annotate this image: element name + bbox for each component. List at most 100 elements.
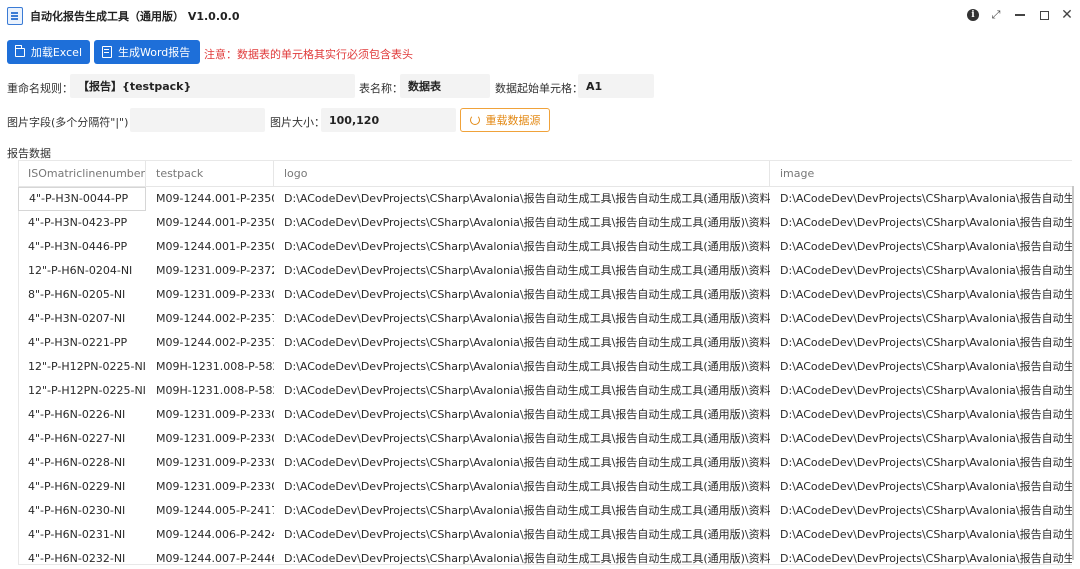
column-header-image[interactable]: image [770, 161, 1072, 187]
table-cell[interactable]: D:\ACodeDev\DevProjects\CSharp\Avalonia\… [274, 187, 770, 211]
table-cell[interactable]: M09-1231.009-P-2330I [146, 475, 274, 499]
table-cell[interactable]: M09-1244.002-P-2357 [146, 331, 274, 355]
table-cell[interactable]: M09-1231.009-P-2330G [146, 283, 274, 307]
table-cell[interactable]: D:\ACodeDev\DevProjects\CSharp\Avalonia\… [770, 427, 1072, 451]
expand-icon[interactable]: ⤢ [986, 6, 1006, 24]
start-cell-input[interactable]: A1 [578, 74, 654, 98]
table-cell[interactable]: D:\ACodeDev\DevProjects\CSharp\Avalonia\… [274, 475, 770, 499]
table-cell[interactable]: D:\ACodeDev\DevProjects\CSharp\Avalonia\… [274, 307, 770, 331]
table-row[interactable]: 4"-P-H6N-0229-NI M09-1231.009-P-2330I D:\A… [18, 475, 1072, 499]
table-cell[interactable]: 12"-P-H6N-0204-NI [18, 259, 146, 283]
table-row[interactable]: 12"-P-H12PN-0225-NI M09H-1231.008-P-5826 D… [18, 379, 1072, 403]
table-cell[interactable]: 4"-P-H6N-0226-NI [18, 403, 146, 427]
table-cell[interactable]: D:\ACodeDev\DevProjects\CSharp\Avalonia\… [770, 499, 1072, 523]
table-cell[interactable]: 8"-P-H6N-0205-NI [18, 283, 146, 307]
table-cell[interactable]: D:\ACodeDev\DevProjects\CSharp\Avalonia\… [274, 379, 770, 403]
table-cell[interactable]: 4"-P-H3N-0423-PP [18, 211, 146, 235]
table-row[interactable]: 4"-P-H6N-0231-NI M09-1244.006-P-2424 D:\AC… [18, 523, 1072, 547]
table-cell[interactable]: M09H-1231.008-P-5826 [146, 379, 274, 403]
table-cell[interactable]: M09-1231.009-P-2330E [146, 427, 274, 451]
table-cell[interactable]: 4"-P-H6N-0231-NI [18, 523, 146, 547]
table-cell[interactable]: M09-1244.001-P-2350 [146, 187, 274, 211]
rename-rule-input[interactable]: 【报告】{testpack} [70, 74, 355, 98]
table-cell[interactable]: D:\ACodeDev\DevProjects\CSharp\Avalonia\… [770, 259, 1072, 283]
table-cell[interactable]: M09H-1231.008-P-5826 [146, 355, 274, 379]
table-cell[interactable]: D:\ACodeDev\DevProjects\CSharp\Avalonia\… [770, 307, 1072, 331]
column-header-isomatriclinenumber[interactable]: ISOmatriclinenumber [18, 161, 146, 187]
table-cell[interactable]: D:\ACodeDev\DevProjects\CSharp\Avalonia\… [274, 283, 770, 307]
table-cell[interactable]: 4"-P-H6N-0230-NI [18, 499, 146, 523]
table-cell[interactable]: D:\ACodeDev\DevProjects\CSharp\Avalonia\… [274, 235, 770, 259]
folder-open-icon [14, 44, 25, 57]
table-cell[interactable]: D:\ACodeDev\DevProjects\CSharp\Avalonia\… [770, 331, 1072, 355]
table-row[interactable]: 8"-P-H6N-0205-NI M09-1231.009-P-2330G D:\A… [18, 283, 1072, 307]
vertical-scrollbar[interactable] [1072, 186, 1074, 560]
table-row[interactable]: 4"-P-H3N-0207-NI M09-1244.002-P-2357 D:\AC… [18, 307, 1072, 331]
image-size-input[interactable]: 100,120 [321, 108, 456, 132]
table-cell[interactable]: D:\ACodeDev\DevProjects\CSharp\Avalonia\… [770, 235, 1072, 259]
table-cell[interactable]: D:\ACodeDev\DevProjects\CSharp\Avalonia\… [274, 499, 770, 523]
table-row[interactable]: 4"-P-H3N-0221-PP M09-1244.002-P-2357 D:\AC… [18, 331, 1072, 355]
table-cell[interactable]: D:\ACodeDev\DevProjects\CSharp\Avalonia\… [274, 403, 770, 427]
table-cell[interactable]: D:\ACodeDev\DevProjects\CSharp\Avalonia\… [274, 523, 770, 547]
generate-word-button[interactable]: 生成Word报告 [94, 40, 200, 64]
table-cell[interactable]: D:\ACodeDev\DevProjects\CSharp\Avalonia\… [274, 427, 770, 451]
table-cell[interactable]: 4"-P-H6N-0229-NI [18, 475, 146, 499]
table-cell[interactable]: 4"-P-H3N-0207-NI [18, 307, 146, 331]
sheet-name-input[interactable]: 数据表 [400, 74, 490, 98]
table-cell[interactable]: M09-1244.001-P-2350 [146, 235, 274, 259]
table-cell[interactable]: 12"-P-H12PN-0225-NI [18, 355, 146, 379]
table-cell[interactable]: 4"-P-H6N-0227-NI [18, 427, 146, 451]
table-cell[interactable]: D:\ACodeDev\DevProjects\CSharp\Avalonia\… [274, 355, 770, 379]
minimize-button[interactable] [1010, 6, 1030, 24]
table-cell[interactable]: D:\ACodeDev\DevProjects\CSharp\Avalonia\… [274, 331, 770, 355]
table-cell[interactable]: M09-1244.005-P-2417 [146, 499, 274, 523]
table-cell[interactable]: M09-1231.009-P-2372A [146, 259, 274, 283]
table-cell[interactable]: D:\ACodeDev\DevProjects\CSharp\Avalonia\… [770, 403, 1072, 427]
table-row[interactable]: 4"-P-H6N-0232-NI M09-1244.007-P-2446 D:\AC… [18, 547, 1072, 565]
image-field-input[interactable] [130, 108, 265, 132]
table-cell[interactable]: D:\ACodeDev\DevProjects\CSharp\Avalonia\… [770, 187, 1072, 211]
table-cell[interactable]: M09-1231.009-P-2330G [146, 451, 274, 475]
table-cell[interactable]: 4"-P-H6N-0232-NI [18, 547, 146, 565]
table-cell[interactable]: D:\ACodeDev\DevProjects\CSharp\Avalonia\… [770, 547, 1072, 565]
table-cell[interactable]: D:\ACodeDev\DevProjects\CSharp\Avalonia\… [770, 451, 1072, 475]
table-row[interactable]: 4"-P-H6N-0226-NI M09-1231.009-P-2330C D:\A… [18, 403, 1072, 427]
table-cell[interactable]: M09-1244.001-P-2350 [146, 211, 274, 235]
table-cell[interactable]: D:\ACodeDev\DevProjects\CSharp\Avalonia\… [274, 547, 770, 565]
table-cell[interactable]: D:\ACodeDev\DevProjects\CSharp\Avalonia\… [770, 355, 1072, 379]
column-header-testpack[interactable]: testpack [146, 161, 274, 187]
table-cell[interactable]: D:\ACodeDev\DevProjects\CSharp\Avalonia\… [770, 379, 1072, 403]
table-cell[interactable]: D:\ACodeDev\DevProjects\CSharp\Avalonia\… [770, 523, 1072, 547]
table-cell[interactable]: D:\ACodeDev\DevProjects\CSharp\Avalonia\… [274, 259, 770, 283]
table-cell[interactable]: 12"-P-H12PN-0225-NI [18, 379, 146, 403]
table-row[interactable]: 4"-P-H6N-0228-NI M09-1231.009-P-2330G D:\A… [18, 451, 1072, 475]
table-cell[interactable]: M09-1244.006-P-2424 [146, 523, 274, 547]
table-row[interactable]: 4"-P-H3N-0423-PP M09-1244.001-P-2350 D:\AC… [18, 211, 1072, 235]
maximize-button[interactable] [1034, 6, 1054, 24]
table-row[interactable]: 12"-P-H12PN-0225-NI M09H-1231.008-P-5826 D… [18, 355, 1072, 379]
reload-datasource-button[interactable]: 重载数据源 [460, 108, 550, 132]
table-cell[interactable]: D:\ACodeDev\DevProjects\CSharp\Avalonia\… [274, 211, 770, 235]
table-cell[interactable]: D:\ACodeDev\DevProjects\CSharp\Avalonia\… [770, 475, 1072, 499]
table-cell[interactable]: M09-1244.002-P-2357 [146, 307, 274, 331]
table-cell[interactable]: 4"-P-H3N-0044-PP [18, 187, 146, 211]
table-cell[interactable]: M09-1244.007-P-2446 [146, 547, 274, 565]
table-row[interactable]: 4"-P-H3N-0446-PP M09-1244.001-P-2350 D:\AC… [18, 235, 1072, 259]
load-excel-button[interactable]: 加载Excel [7, 40, 90, 64]
table-cell[interactable]: 4"-P-H3N-0221-PP [18, 331, 146, 355]
table-cell[interactable]: M09-1231.009-P-2330C [146, 403, 274, 427]
info-button[interactable]: i [963, 6, 983, 24]
close-icon[interactable]: ✕ [1057, 6, 1077, 24]
report-data-grid[interactable]: ISOmatriclinenumber testpack logo image … [18, 160, 1072, 565]
table-row[interactable]: 4"-P-H6N-0227-NI M09-1231.009-P-2330E D:\A… [18, 427, 1072, 451]
column-header-logo[interactable]: logo [274, 161, 770, 187]
table-cell[interactable]: 4"-P-H3N-0446-PP [18, 235, 146, 259]
table-cell[interactable]: D:\ACodeDev\DevProjects\CSharp\Avalonia\… [770, 283, 1072, 307]
table-row[interactable]: 4"-P-H3N-0044-PP M09-1244.001-P-2350 D:\AC… [18, 187, 1072, 211]
table-cell[interactable]: D:\ACodeDev\DevProjects\CSharp\Avalonia\… [770, 211, 1072, 235]
table-cell[interactable]: 4"-P-H6N-0228-NI [18, 451, 146, 475]
table-cell[interactable]: D:\ACodeDev\DevProjects\CSharp\Avalonia\… [274, 451, 770, 475]
table-row[interactable]: 12"-P-H6N-0204-NI M09-1231.009-P-2372A D:\… [18, 259, 1072, 283]
table-row[interactable]: 4"-P-H6N-0230-NI M09-1244.005-P-2417 D:\AC… [18, 499, 1072, 523]
